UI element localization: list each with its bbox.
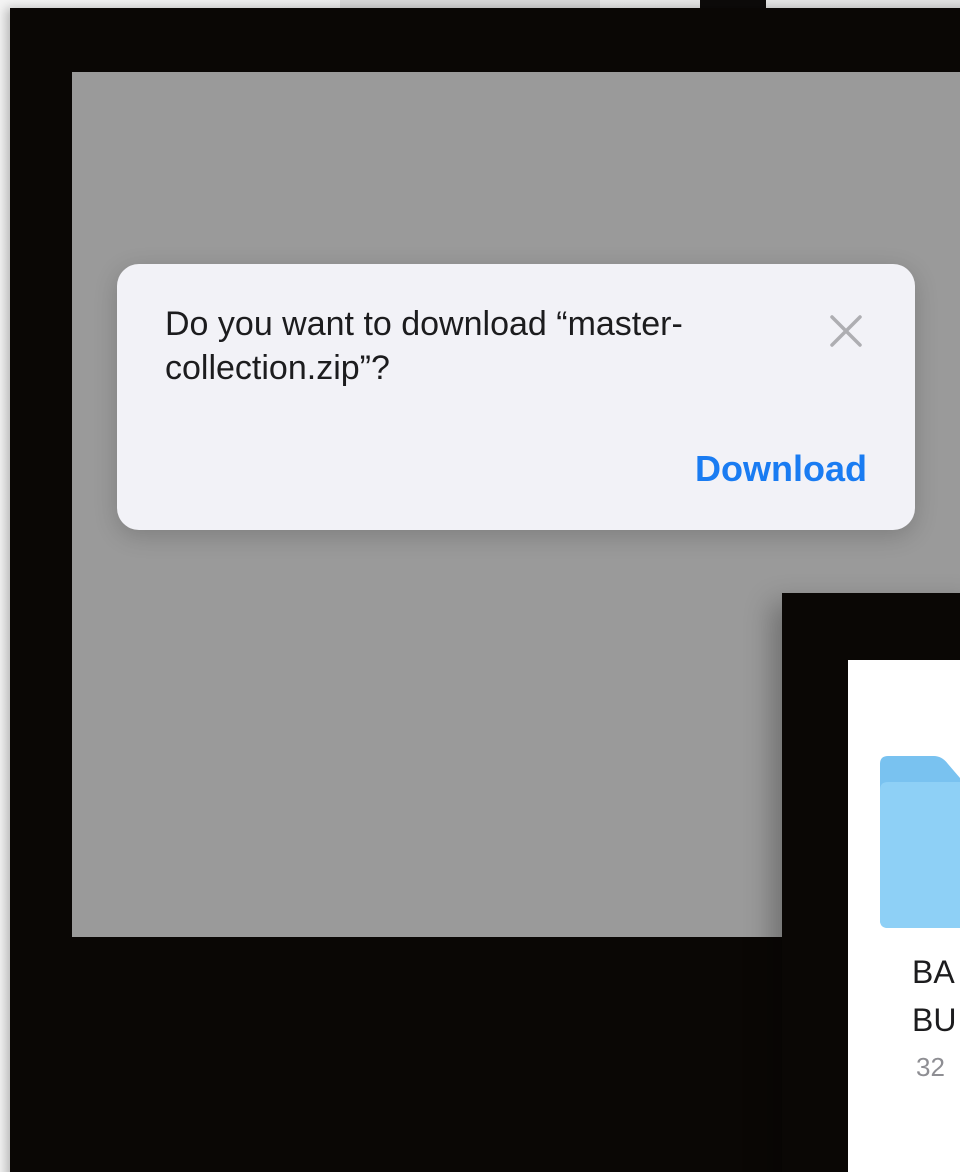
download-dialog: Do you want to download “master-collecti… [117, 264, 915, 530]
file-name-line-1: BA [912, 954, 955, 990]
file-name-line-2: BU [912, 1002, 957, 1038]
file-size: 32 [916, 1052, 945, 1082]
photo-background: Do you want to download “master-collecti… [0, 0, 960, 1172]
close-button[interactable] [823, 308, 869, 354]
close-icon [830, 315, 862, 347]
folder-icon [880, 756, 960, 928]
file-card[interactable]: BA BU 32 [848, 660, 960, 1172]
dialog-message: Do you want to download “master-collecti… [165, 305, 683, 387]
download-button[interactable]: Download [695, 448, 867, 490]
